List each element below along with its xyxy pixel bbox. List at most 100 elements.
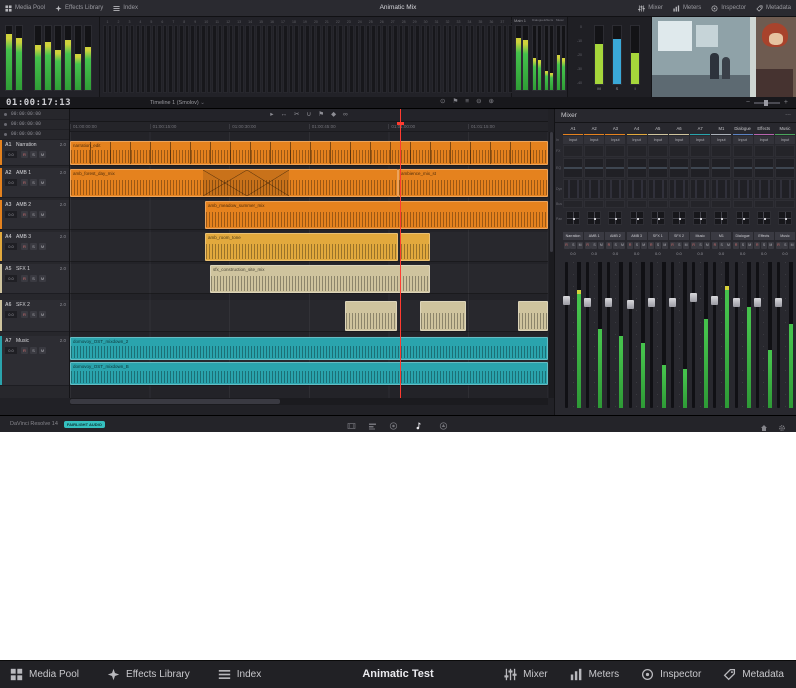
fader-handle[interactable] <box>753 298 761 307</box>
strip-dynamics-cell[interactable] <box>690 179 711 199</box>
strip-pan-control[interactable] <box>587 211 602 225</box>
marker-row-1[interactable]: 00:00:00:00 <box>0 110 69 120</box>
clip-A3-1[interactable]: amb_meadow_summer_mix <box>205 201 548 229</box>
strip-solo-button[interactable]: S <box>655 242 662 249</box>
vertical-scrollbar-thumb[interactable] <box>550 132 553 252</box>
clip-A2-1[interactable]: amb_forest_day_mix <box>70 169 398 197</box>
clip-A1-1[interactable]: narration_edit <box>70 141 548 165</box>
track-arm-button[interactable]: R <box>21 179 28 186</box>
fader-handle[interactable] <box>563 296 570 305</box>
fader-handle[interactable] <box>647 298 655 307</box>
zoom-control[interactable]: − + <box>746 99 788 106</box>
strip-input-slot[interactable]: Input <box>669 136 689 144</box>
fader-handle[interactable] <box>584 298 592 307</box>
strip-mute-button[interactable]: M <box>661 242 668 249</box>
strip-solo-button[interactable]: S <box>570 242 577 249</box>
strip-eq-cell[interactable] <box>753 158 774 178</box>
strip-mute-button[interactable]: M <box>577 242 584 249</box>
marker-row-3[interactable]: 00:00:00:00 <box>0 130 69 140</box>
link-tool-icon[interactable]: ∞ <box>343 111 348 119</box>
strip-bus-cell[interactable] <box>711 200 732 208</box>
strip-mute-button[interactable]: M <box>725 242 732 249</box>
track-header-A1[interactable]: A1 Narration 2.0 0.0 R S M <box>0 140 69 166</box>
timeline[interactable]: narration_edit amb_forest_day_mix ambience… <box>70 132 548 398</box>
page-button-media[interactable]: Media <box>345 417 357 432</box>
strip-input-slot[interactable]: Input <box>626 136 647 144</box>
strip-input-slot[interactable]: Input <box>690 136 711 144</box>
track-fader-value[interactable]: 0.0 <box>5 311 17 318</box>
track-mute-button[interactable]: M <box>39 347 46 354</box>
strip-eq-cell[interactable] <box>647 158 668 178</box>
strip-effects-slot[interactable] <box>775 145 795 157</box>
track-header-A7[interactable]: A7 Music 2.0 0.0 R S M <box>0 336 69 386</box>
horizontal-scrollbar[interactable] <box>70 398 548 405</box>
strip-label[interactable]: Effects <box>753 126 774 135</box>
strip-effects-slot[interactable] <box>690 145 711 157</box>
track-mute-button[interactable]: M <box>39 311 46 318</box>
strip-effects-slot[interactable] <box>669 145 689 157</box>
strip-effects-slot[interactable] <box>584 145 605 157</box>
strip-input-slot[interactable]: Input <box>605 136 626 144</box>
track-arm-button[interactable]: R <box>21 243 28 250</box>
strip-solo-button[interactable]: S <box>761 242 768 249</box>
zoom-in-icon[interactable]: + <box>784 99 788 106</box>
strip-solo-button[interactable]: S <box>739 242 746 249</box>
strip-arm-button[interactable]: R <box>605 242 612 249</box>
strip-arm-button[interactable]: R <box>711 242 718 249</box>
track-arm-button[interactable]: R <box>21 347 28 354</box>
strip-bus-cell[interactable] <box>626 200 647 208</box>
strip-solo-button[interactable]: S <box>591 242 598 249</box>
track-solo-button[interactable]: S <box>30 243 37 250</box>
track-solo-button[interactable]: S <box>30 311 37 318</box>
timeline-selector[interactable]: Timeline 1 (Smolov) ⌄ <box>150 100 205 106</box>
clip-A4-2[interactable] <box>400 233 430 261</box>
strip-dynamics-cell[interactable] <box>647 179 668 199</box>
marker-tool-icon[interactable]: ◆ <box>331 111 336 119</box>
zoom-slider-handle[interactable] <box>763 99 768 106</box>
toolbar-item-index[interactable]: Index <box>113 5 138 12</box>
strip-effects-slot[interactable] <box>732 145 753 157</box>
strip-arm-button[interactable]: R <box>754 242 761 249</box>
strip-label[interactable]: A6 <box>669 126 689 135</box>
fader-handle[interactable] <box>605 298 613 307</box>
strip-dynamics-cell[interactable] <box>711 179 732 199</box>
flag2-icon[interactable]: ⚑ <box>452 98 458 106</box>
strip-eq-cell[interactable] <box>690 158 711 178</box>
track-fader-value[interactable]: 0.0 <box>5 151 17 158</box>
strip-pan-control[interactable] <box>608 211 623 225</box>
strip-label[interactable]: A2 <box>584 126 605 135</box>
zoom-out-icon[interactable]: − <box>746 99 750 106</box>
track-arm-button[interactable]: R <box>21 151 28 158</box>
toolbar-item-metadata[interactable]: Metadata <box>756 5 791 12</box>
clip-A7-2[interactable]: domovoy_OST_mixdown_B <box>70 362 548 385</box>
strip-mute-button[interactable]: M <box>683 242 690 249</box>
track-header-A5[interactable]: A5 SFX 1 2.0 0.0 R S M <box>0 264 69 294</box>
strip-bus-cell[interactable] <box>647 200 668 208</box>
strip-pan-control[interactable] <box>735 211 750 225</box>
track-solo-button[interactable]: S <box>30 151 37 158</box>
strip-bus-cell[interactable] <box>732 200 753 208</box>
strip-bus-cell[interactable] <box>775 200 795 208</box>
settings-icon[interactable] <box>778 419 786 432</box>
track-arm-button[interactable]: R <box>21 275 28 282</box>
toolbar-item-mixer[interactable]: Mixer <box>504 668 548 681</box>
strip-bus-cell[interactable] <box>690 200 711 208</box>
strip-solo-button[interactable]: S <box>676 242 683 249</box>
strip-dynamics-cell[interactable] <box>732 179 753 199</box>
toolbar-item-inspector[interactable]: Inspector <box>641 668 701 681</box>
strip-input-slot[interactable]: Input <box>732 136 753 144</box>
strip-dynamics-cell[interactable] <box>563 179 583 199</box>
track-mute-button[interactable]: M <box>39 211 46 218</box>
strip-eq-cell[interactable] <box>775 158 795 178</box>
strip-arm-button[interactable]: R <box>584 242 591 249</box>
strip-input-slot[interactable]: Input <box>584 136 605 144</box>
strip-arm-button[interactable]: R <box>648 242 655 249</box>
strip-effects-slot[interactable] <box>626 145 647 157</box>
strip-label[interactable]: A3 <box>605 126 626 135</box>
clip-A6-1[interactable] <box>345 301 397 331</box>
fader-handle[interactable] <box>732 298 740 307</box>
strip-arm-button[interactable]: R <box>733 242 740 249</box>
strip-solo-button[interactable]: S <box>612 242 619 249</box>
strip-mute-button[interactable]: M <box>598 242 605 249</box>
strip-effects-slot[interactable] <box>711 145 732 157</box>
